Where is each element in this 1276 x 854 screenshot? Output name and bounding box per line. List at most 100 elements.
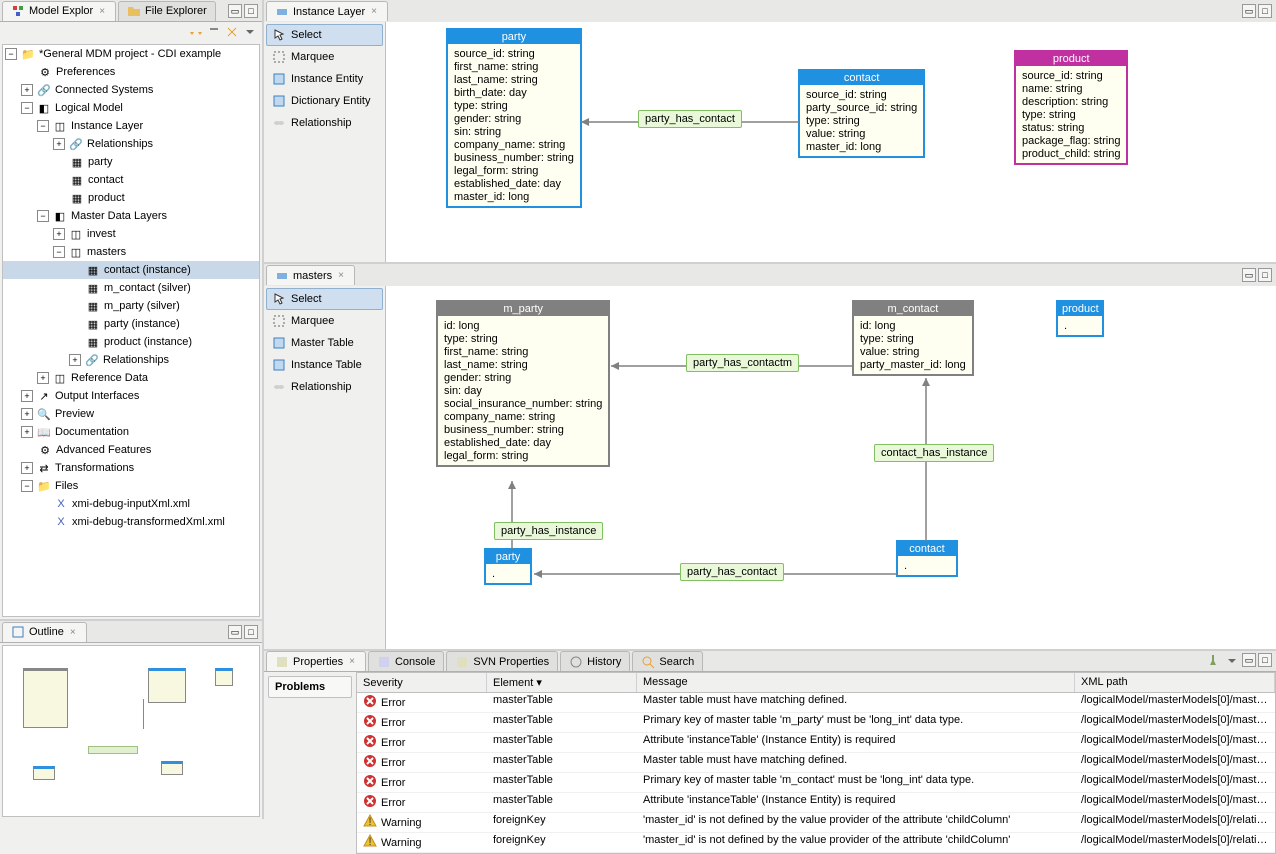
menu-icon[interactable] (1224, 653, 1240, 669)
tree-label[interactable]: contact (instance) (104, 264, 191, 276)
tree-toggle[interactable]: − (5, 48, 17, 60)
tree-toggle[interactable]: − (37, 210, 49, 222)
tree-label[interactable]: m_contact (silver) (104, 282, 191, 294)
tree-toggle[interactable]: + (21, 462, 33, 474)
tree-label[interactable]: Master Data Layers (71, 210, 167, 222)
problems-table[interactable]: Severity Element ▾ Message XML path Erro… (356, 672, 1276, 854)
tab-console[interactable]: Console (368, 651, 444, 671)
tree-toggle[interactable]: + (37, 372, 49, 384)
tree-toggle[interactable]: + (21, 84, 33, 96)
outline-canvas[interactable] (2, 645, 260, 817)
tree-toggle[interactable]: + (69, 354, 81, 366)
tree-toggle[interactable]: − (53, 246, 65, 258)
tree-label[interactable]: Instance Layer (71, 120, 143, 132)
rel-contact-has-instance[interactable]: contact_has_instance (874, 444, 994, 462)
entity-contact[interactable]: contact source_id: stringparty_source_id… (798, 69, 925, 158)
tree-toggle[interactable]: + (21, 426, 33, 438)
tree-label[interactable]: Transformations (55, 462, 134, 474)
menu-icon[interactable] (242, 24, 258, 40)
palette-marquee[interactable]: Marquee (266, 310, 383, 332)
palette-dict-entity[interactable]: Dictionary Entity (266, 90, 383, 112)
tree-label[interactable]: Output Interfaces (55, 390, 139, 402)
palette-instance-table[interactable]: Instance Table (266, 354, 383, 376)
palette-select[interactable]: Select (266, 288, 383, 310)
problem-row[interactable]: ErrormasterTableMaster table must have m… (357, 753, 1275, 773)
tree-label[interactable]: contact (88, 174, 123, 186)
col-element[interactable]: Element ▾ (487, 673, 637, 692)
tree-toggle[interactable]: + (53, 228, 65, 240)
rel-party-has-instance[interactable]: party_has_instance (494, 522, 603, 540)
tree-label[interactable]: m_party (silver) (104, 300, 180, 312)
maximize-icon[interactable]: □ (1258, 653, 1272, 667)
tab-svn[interactable]: SVN Properties (446, 651, 558, 671)
tree-label[interactable]: product (instance) (104, 336, 192, 348)
close-icon[interactable]: × (68, 627, 78, 638)
tree-label[interactable]: party (instance) (104, 318, 180, 330)
link-icon[interactable] (224, 24, 240, 40)
tree-toggle[interactable]: − (21, 480, 33, 492)
minimize-icon[interactable]: ▭ (228, 625, 242, 639)
palette-instance-entity[interactable]: Instance Entity (266, 68, 383, 90)
tree-label[interactable]: party (88, 156, 112, 168)
tree-toggle[interactable]: + (21, 390, 33, 402)
tree-label[interactable]: Relationships (87, 138, 153, 150)
tree-toggle[interactable]: + (21, 408, 33, 420)
problems-category[interactable]: Problems (268, 676, 352, 698)
tree-label[interactable]: masters (87, 246, 126, 258)
problem-row[interactable]: ErrormasterTablePrimary key of master ta… (357, 713, 1275, 733)
close-icon[interactable]: × (97, 6, 107, 17)
tree-label[interactable]: Logical Model (55, 102, 123, 114)
col-severity[interactable]: Severity (357, 673, 487, 692)
close-icon[interactable]: × (347, 656, 357, 667)
close-icon[interactable]: × (369, 6, 379, 17)
tree-label[interactable]: product (88, 192, 125, 204)
maximize-icon[interactable]: □ (1258, 4, 1272, 18)
tree-label[interactable]: Preferences (56, 66, 115, 78)
tree-toggle[interactable]: + (53, 138, 65, 150)
minimize-icon[interactable]: ▭ (1242, 653, 1256, 667)
tab-model-explorer[interactable]: Model Explor × (2, 1, 116, 21)
close-icon[interactable]: × (336, 270, 346, 281)
tab-history[interactable]: History (560, 651, 630, 671)
collapse-icon[interactable] (188, 24, 204, 40)
tab-search[interactable]: Search (632, 651, 703, 671)
palette-marquee[interactable]: Marquee (266, 46, 383, 68)
tree-label[interactable]: Preview (55, 408, 94, 420)
entity-party[interactable]: party source_id: stringfirst_name: strin… (446, 28, 582, 208)
model-tree[interactable]: −📁*General MDM project - CDI example ⚙Pr… (2, 44, 260, 617)
rel-party-has-contact[interactable]: party_has_contact (638, 110, 742, 128)
pin-icon[interactable] (1206, 653, 1222, 669)
problem-row[interactable]: !WarningforeignKey'master_id' is not def… (357, 813, 1275, 833)
problem-row[interactable]: ErrormasterTableAttribute 'instanceTable… (357, 733, 1275, 753)
problem-row[interactable]: !WarningforeignKey'master_id' is not def… (357, 833, 1275, 853)
maximize-icon[interactable]: □ (244, 4, 258, 18)
tree-label[interactable]: xmi-debug-inputXml.xml (72, 498, 190, 510)
col-message[interactable]: Message (637, 673, 1075, 692)
maximize-icon[interactable]: □ (244, 625, 258, 639)
instance-canvas[interactable]: party source_id: stringfirst_name: strin… (386, 22, 1276, 262)
tree-label[interactable]: xmi-debug-transformedXml.xml (72, 516, 225, 528)
tab-file-explorer[interactable]: File Explorer (118, 1, 216, 21)
palette-master-table[interactable]: Master Table (266, 332, 383, 354)
minimize-icon[interactable]: ▭ (1242, 268, 1256, 282)
tree-label[interactable]: invest (87, 228, 116, 240)
entity-m-party[interactable]: m_party id: longtype: stringfirst_name: … (436, 300, 610, 467)
tab-properties[interactable]: Properties× (266, 651, 366, 671)
masters-canvas[interactable]: m_party id: longtype: stringfirst_name: … (386, 286, 1276, 649)
tab-outline[interactable]: Outline × (2, 622, 87, 642)
tree-label[interactable]: Relationships (103, 354, 169, 366)
rel-party-has-contact[interactable]: party_has_contact (680, 563, 784, 581)
tree-label[interactable]: Files (55, 480, 78, 492)
palette-select[interactable]: Select (266, 24, 383, 46)
palette-relationship[interactable]: Relationship (266, 112, 383, 134)
problem-row[interactable]: ErrormasterTableMaster table must have m… (357, 693, 1275, 713)
problem-row[interactable]: ErrormasterTableAttribute 'instanceTable… (357, 793, 1275, 813)
problems-header[interactable]: Severity Element ▾ Message XML path (357, 673, 1275, 693)
problem-row[interactable]: ErrormasterTablePrimary key of master ta… (357, 773, 1275, 793)
tree-toggle[interactable]: − (37, 120, 49, 132)
minimize-icon[interactable]: ▭ (228, 4, 242, 18)
tree-label[interactable]: Reference Data (71, 372, 148, 384)
maximize-icon[interactable]: □ (1258, 268, 1272, 282)
entity-m-contact[interactable]: m_contact id: longtype: stringvalue: str… (852, 300, 974, 376)
rel-party-has-contactm[interactable]: party_has_contactm (686, 354, 799, 372)
